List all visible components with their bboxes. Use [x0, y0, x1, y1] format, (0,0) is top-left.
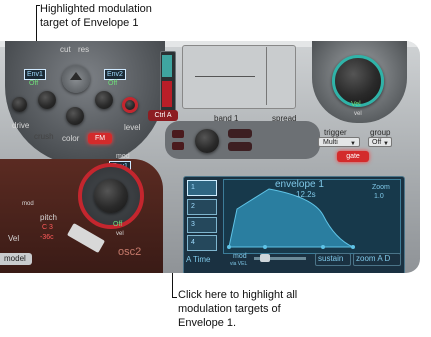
sustain-button[interactable]: sustain: [315, 253, 351, 266]
filter-env1-target[interactable]: Env1: [24, 69, 46, 80]
filter-slider-fill-red: [162, 81, 172, 107]
osc2-mod-label: mod: [116, 153, 130, 160]
osc2-pitch-neg: -36c: [40, 234, 54, 241]
lfo-vel-value: Vel: [351, 101, 361, 108]
group-label: group: [370, 128, 391, 137]
trigger-label: trigger: [324, 128, 347, 137]
model-label: model: [4, 254, 26, 263]
color-label: color: [62, 134, 80, 143]
envelope-a-time: A Time: [186, 255, 211, 264]
trigger-value: Multi: [323, 139, 338, 146]
lfo-vel-sub: vel: [354, 111, 362, 117]
envelope-3-selector[interactable]: 3: [187, 217, 217, 233]
res-knob[interactable]: [95, 91, 113, 109]
osc2-pitch-c: C 3: [42, 224, 53, 231]
osc2-vel-sub: vel: [116, 231, 124, 237]
envelope-mod-label: mod: [233, 253, 247, 260]
osc2-vel-left: Vel: [8, 234, 20, 243]
callout-bottom: Click here to highlight all modulation t…: [178, 288, 378, 330]
osc2-pitch-label: pitch: [40, 213, 57, 222]
band-panel: [165, 121, 320, 159]
fm-knob[interactable]: [122, 97, 138, 113]
envelope-3-selector-label: 3: [191, 221, 195, 228]
drive-knob[interactable]: [38, 91, 56, 109]
scope-divider: [266, 47, 267, 105]
callout-top-leader-tick: [36, 5, 40, 6]
level-label: level: [124, 123, 141, 132]
band-led-1[interactable]: [172, 130, 184, 138]
sustain-label: sustain: [318, 254, 344, 263]
model-button[interactable]: model: [0, 253, 32, 265]
zoom-ad-label: zoom A D: [356, 254, 391, 263]
envelope-zoom-value: 1.0: [374, 193, 384, 200]
osc2-off-value: Off: [113, 221, 123, 228]
scope-display: [182, 45, 296, 109]
filter-section: [5, 41, 165, 166]
filter-env1-value: Off: [29, 80, 39, 87]
callout-top-line1: Highlighted modulation: [40, 3, 152, 15]
envelope-mod-sub: via VEL: [230, 261, 248, 267]
crush-label: crush: [34, 132, 54, 141]
envelope-4-selector-label: 4: [191, 239, 195, 246]
filter-env2-value: Off: [108, 80, 118, 87]
lfo-knob[interactable]: [332, 55, 384, 107]
callout-top-line2: target of Envelope 1: [40, 17, 139, 29]
trigger-select[interactable]: Multi ▼: [318, 137, 360, 147]
group-select[interactable]: Off ▼: [368, 137, 392, 147]
callout-bottom-line3: Envelope 1.: [178, 317, 237, 329]
envelope-1-selector-label: 1: [191, 184, 195, 191]
gate-button[interactable]: gate: [337, 151, 369, 162]
callout-bottom-leader-tick: [172, 297, 177, 298]
up-arrow-icon: [70, 72, 82, 80]
envelope-2-selector-label: 2: [191, 203, 195, 210]
callout-bottom-line1: Click here to highlight all: [178, 289, 298, 301]
band-button-2[interactable]: [228, 142, 252, 151]
drive-label: drive: [12, 121, 30, 130]
ctrl-a-button[interactable]: Ctrl A: [148, 110, 178, 121]
band-knob[interactable]: [195, 129, 219, 153]
filter-res-label: res: [78, 45, 90, 54]
osc2-title: osc2: [118, 246, 142, 258]
envelope-mod-slider-handle[interactable]: [260, 254, 270, 262]
fm-button[interactable]: FM: [88, 133, 112, 144]
filter-slider-fill: [162, 55, 172, 77]
synth-panel: cut res Env1 Off Env2 Off drive crush co…: [0, 41, 420, 273]
band-led-2[interactable]: [172, 142, 184, 150]
group-dropdown-icon: ▼: [383, 141, 389, 147]
envelope-time: 12.2s: [296, 190, 316, 199]
trigger-dropdown-icon: ▼: [350, 141, 356, 147]
envelope-2-selector[interactable]: 2: [187, 199, 217, 215]
group-value: Off: [372, 139, 382, 146]
filter-env2-target[interactable]: Env2: [104, 69, 126, 80]
filter-cut-label: cut: [60, 45, 71, 54]
zoom-ad-button[interactable]: zoom A D: [353, 253, 401, 266]
envelope-1-selector[interactable]: 1: [187, 180, 217, 196]
callout-top: Highlighted modulation target of Envelop…: [40, 2, 240, 30]
band-button-1[interactable]: [228, 129, 252, 138]
crush-knob[interactable]: [66, 107, 84, 125]
osc2-knob[interactable]: [94, 179, 128, 213]
level-knob[interactable]: [12, 97, 27, 112]
callout-bottom-line2: modulation targets of: [178, 303, 281, 315]
envelope-zoom-label: Zoom: [372, 184, 390, 191]
osc2-vel-mod: mod: [22, 201, 34, 207]
envelope-4-selector[interactable]: 4: [187, 235, 217, 251]
envelope-title: envelope 1: [275, 179, 324, 190]
scope-line: [195, 76, 255, 77]
